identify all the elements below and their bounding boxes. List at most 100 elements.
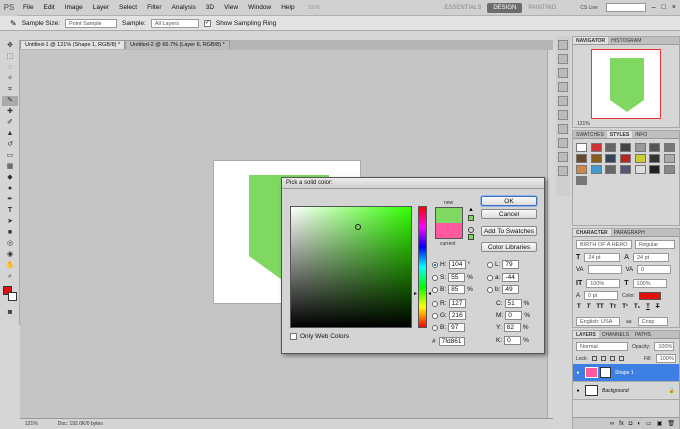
hue-slider-left-handle[interactable]: ▸ (414, 290, 417, 297)
lab-b-radio[interactable] (487, 286, 493, 293)
style-swatch[interactable] (634, 143, 646, 152)
eyedropper-tool-icon[interactable]: ✎ (2, 96, 18, 106)
style-swatch[interactable] (634, 165, 646, 174)
tab-swatches[interactable]: SWATCHES (573, 131, 607, 138)
menu-select[interactable]: Select (114, 4, 142, 11)
move-tool-icon[interactable]: ✥ (2, 41, 18, 51)
background-color[interactable] (8, 292, 17, 301)
font-family-select[interactable]: BIRTH OF A HERO (576, 240, 632, 249)
web-safe-icon[interactable] (468, 227, 474, 233)
adjustment-icon[interactable]: ◐ (637, 421, 641, 427)
layer-name[interactable]: Shape 1 (615, 370, 634, 376)
history-brush-icon[interactable]: ↺ (2, 140, 18, 150)
blue-field[interactable]: 97 (448, 323, 466, 332)
shape-tool-icon[interactable]: ■ (2, 228, 18, 238)
brush-tool-icon[interactable]: ✐ (2, 118, 18, 128)
menu-3d[interactable]: 3D (201, 4, 219, 11)
minimize-icon[interactable]: – (652, 4, 656, 11)
antialias-select[interactable]: Crisp (637, 317, 668, 326)
workspace-essentials[interactable]: ESSENTIALS (438, 3, 487, 13)
close-icon[interactable]: × (672, 4, 676, 11)
a-field[interactable]: -44 (502, 273, 520, 282)
font-style-select[interactable]: Regular (635, 240, 675, 249)
3d-rotate-icon[interactable]: ◎ (2, 239, 18, 249)
a-radio[interactable] (487, 274, 493, 281)
fill-field[interactable]: 100% (655, 354, 676, 363)
tab-styles[interactable]: STYLES (606, 131, 633, 138)
tab-navigator[interactable]: NAVIGATOR (573, 37, 609, 44)
h-field[interactable]: 104 (448, 260, 466, 269)
baseline-field[interactable]: 0 pt (584, 291, 619, 300)
faux-bold-icon[interactable]: T (577, 304, 581, 310)
language-select[interactable]: English: USA (576, 317, 620, 326)
style-swatch[interactable] (649, 154, 661, 163)
menu-view[interactable]: View (219, 4, 243, 11)
faux-italic-icon[interactable]: T (587, 304, 591, 310)
l-radio[interactable] (487, 261, 493, 268)
k-field[interactable]: 0 (504, 336, 522, 345)
color-field-cursor[interactable] (355, 224, 361, 230)
quick-mask-icon[interactable]: ◙ (2, 308, 18, 318)
blue-radio[interactable] (432, 324, 438, 331)
tab-histogram[interactable]: HISTOGRAM (608, 37, 644, 44)
eye-icon[interactable]: ● (573, 370, 583, 376)
leading-select[interactable]: 24 pt (632, 253, 669, 262)
tab-info[interactable]: INFO (632, 131, 650, 138)
strip-icon-4[interactable] (558, 82, 568, 92)
style-swatch[interactable] (605, 143, 617, 152)
hand-tool-icon[interactable]: ✋ (2, 261, 18, 271)
g-radio[interactable] (432, 312, 438, 319)
workspace-painting[interactable]: PAINTING (522, 3, 562, 13)
add-swatches-button[interactable]: Add To Swatches (481, 226, 537, 236)
trash-icon[interactable]: 🗑 (667, 420, 675, 427)
marquee-tool-icon[interactable]: ⬚ (2, 52, 18, 62)
lock-transparency-icon[interactable] (591, 356, 597, 361)
opacity-field[interactable]: 100% (654, 342, 675, 351)
font-size-select[interactable]: 24 pt (584, 253, 621, 262)
ok-button[interactable]: OK (481, 196, 537, 206)
current-color-preview[interactable] (435, 223, 463, 239)
new-layer-icon[interactable]: ▣ (657, 420, 663, 427)
layer-name[interactable]: Background (602, 388, 669, 394)
stamp-tool-icon[interactable]: ▲ (2, 129, 18, 139)
s-radio[interactable] (432, 274, 438, 281)
status-zoom[interactable]: 121% (25, 421, 38, 427)
sample-select[interactable]: All Layers (150, 18, 199, 28)
menu-image[interactable]: Image (60, 4, 88, 11)
style-swatch[interactable] (576, 176, 587, 185)
strip-icon-6[interactable] (558, 110, 568, 120)
style-swatch[interactable] (576, 154, 587, 163)
underline-icon[interactable]: T (646, 304, 650, 310)
zoom-tool-icon[interactable]: ⌕ (2, 272, 18, 282)
strip-icon-10[interactable] (558, 166, 568, 176)
style-swatch[interactable] (649, 165, 661, 174)
g-field[interactable]: 216 (448, 311, 466, 320)
strip-icon-8[interactable] (558, 138, 568, 148)
gamut-color-chip[interactable] (468, 215, 474, 221)
strip-icon-2[interactable] (558, 54, 568, 64)
eye-icon[interactable]: ● (573, 388, 583, 394)
style-swatch[interactable] (590, 143, 602, 152)
horizontal-scale-field[interactable]: 100% (632, 279, 667, 288)
b-field[interactable]: 85 (448, 285, 466, 294)
hue-slider-right-handle[interactable]: ◂ (428, 290, 431, 297)
c-field[interactable]: 51 (504, 299, 522, 308)
vertical-scrollbar[interactable] (547, 50, 553, 418)
strip-icon-9[interactable] (558, 152, 568, 162)
search-input[interactable] (605, 3, 646, 12)
style-swatch[interactable] (605, 165, 617, 174)
menu-filter[interactable]: Filter (142, 4, 166, 11)
style-swatch[interactable] (634, 154, 646, 163)
navigator-zoom[interactable]: 121% (577, 121, 590, 127)
lasso-tool-icon[interactable]: ◌ (2, 63, 18, 73)
kerning-select[interactable] (587, 265, 622, 274)
tab-untitled-2[interactable]: Untitled-2 @ 66.7% (Layer 6, RGB/8) * (125, 40, 230, 49)
h-radio[interactable] (432, 261, 438, 268)
fx-icon[interactable]: fx (619, 421, 624, 427)
tab-paragraph[interactable]: PARAGRAPH (611, 229, 648, 236)
style-swatch[interactable] (664, 165, 676, 174)
hex-field[interactable]: 7fd861 (438, 337, 465, 346)
show-ring-checkbox[interactable]: ✓ (203, 19, 211, 27)
eyedropper-icon[interactable]: ✎ (10, 19, 17, 28)
layer-row-shape-1[interactable]: ● Shape 1 (573, 364, 679, 382)
